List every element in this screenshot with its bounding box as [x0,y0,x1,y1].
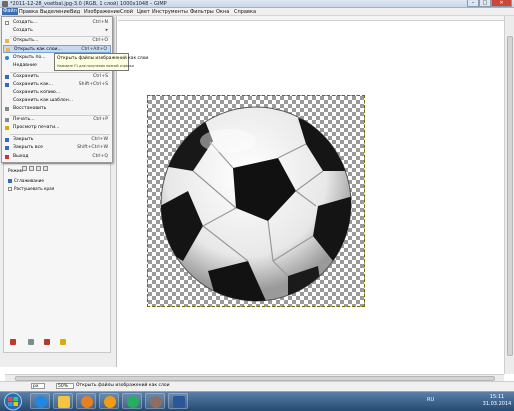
antialias-label: Сглаживание [14,178,44,183]
reset-options-icon[interactable] [60,339,66,345]
close-icon: ✕ [499,0,504,6]
title-bar: *2011-12-28_voetbal.jpg-3.0 (RGB, 1 слой… [0,0,514,8]
minimize-button[interactable]: – [467,0,479,7]
submenu-arrow-icon: ▸ [105,28,108,33]
clock-time: 15:11 [489,394,505,400]
menu-item-save-as[interactable]: Сохранить как... Shift+Ctrl+S [3,81,111,89]
unit-select[interactable]: px [31,383,45,389]
close-doc-icon [5,138,9,142]
open-icon [5,39,9,43]
soccer-ball-image [160,106,352,302]
revert-icon [5,107,9,111]
clock[interactable]: 15:11 31.03.2014 [482,394,512,408]
menu-item-save[interactable]: Сохранить Ctrl+S [3,73,111,81]
mode-replace-button[interactable] [22,166,27,171]
mode-label: Режим [8,168,23,173]
tool-options-panel: Режим Сглаживание Растушевать края [3,163,111,353]
menu-help[interactable]: Справка [234,9,256,15]
menu-layer[interactable]: Слой [120,9,133,15]
mode-add-button[interactable] [29,166,34,171]
menu-edit[interactable]: Правка [19,9,38,15]
close-button[interactable]: ✕ [491,0,512,7]
taskbar-gimp-icon[interactable] [145,393,165,409]
save-icon [5,75,9,79]
mode-intersect-button[interactable] [43,166,48,171]
menu-item-save-template[interactable]: Сохранить как шаблон... [3,97,111,105]
file-menu-dropdown: Создать... Ctrl+N Создать ▸ Открыть... Ctrl… [1,16,113,163]
clock-date: 31.03.2014 [482,401,512,407]
menu-item-print-preview[interactable]: Просмотр печати... [3,124,111,132]
feather-label: Растушевать края [14,186,55,191]
taskbar-explorer-icon[interactable] [53,393,73,409]
menu-image[interactable]: Изображение [84,9,120,15]
menu-bar: Файл Правка Выделение Вид Изображение Сл… [0,8,514,16]
menu-windows[interactable]: Окна [216,9,229,15]
menu-view[interactable]: Вид [70,9,80,15]
globe-icon [5,56,9,60]
taskbar-chrome-icon[interactable] [122,393,142,409]
print-preview-icon [5,126,9,130]
feather-checkbox[interactable] [8,187,12,191]
menu-file[interactable]: Файл [2,8,18,15]
quit-icon [5,155,9,159]
menu-select[interactable]: Выделение [40,9,70,15]
menu-item-quit[interactable]: Выход Ctrl+Q [3,153,111,161]
menu-item-open-as-layers[interactable]: Открыть как слои... Ctrl+Alt+O [3,45,111,53]
new-icon [5,21,9,25]
tooltip-hint: Нажмите F1 для получения полной справки [57,64,134,68]
menu-item-revert[interactable]: Восстановить [3,105,111,113]
tooltip-title: Открыть файлы изображений как слои [57,56,149,61]
mode-subtract-button[interactable] [36,166,41,171]
menu-item-create[interactable]: Создать ▸ [3,27,111,35]
menu-item-print[interactable]: Печать... Ctrl+P [3,116,111,124]
close-all-icon [5,146,9,150]
window-title: *2011-12-28_voetbal.jpg-3.0 (RGB, 1 слой… [10,1,167,7]
taskbar-ie-icon[interactable] [30,393,50,409]
top-ruler [118,16,504,21]
save-options-icon[interactable] [10,339,16,345]
save-as-icon [5,83,9,87]
keyboard-language[interactable]: RU [427,397,434,403]
maximize-button[interactable]: □ [479,0,491,7]
mode-row: Режим [8,168,23,173]
print-icon [5,118,9,122]
maximize-icon: □ [482,0,488,6]
zoom-select[interactable]: 50% [56,383,74,389]
feather-row[interactable]: Растушевать края [8,186,54,191]
menu-item-new[interactable]: Создать... Ctrl+N [3,19,111,27]
open-layers-icon [6,48,10,52]
image-layer[interactable] [147,95,365,307]
menu-item-close-all[interactable]: Закрыть все Shift+Ctrl+W [3,144,111,152]
antialias-row[interactable]: Сглаживание [8,178,44,183]
menu-tooltip: Открыть файлы изображений как слои Нажми… [54,53,148,71]
status-message: Открыть файлы изображений как слои [76,383,170,388]
menu-colors[interactable]: Цвет [137,9,150,15]
taskbar-word-icon[interactable] [168,393,188,409]
menu-item-save-copy[interactable]: Сохранить копию... [3,89,111,97]
menu-item-close[interactable]: Закрыть Ctrl+W [3,136,111,144]
taskbar-firefox-icon[interactable] [99,393,119,409]
antialias-checkbox[interactable] [8,179,12,183]
restore-options-icon[interactable] [28,339,34,345]
menu-tools[interactable]: Инструменты [152,9,188,15]
delete-options-icon[interactable] [44,339,50,345]
menu-separator [10,134,110,135]
menu-item-open[interactable]: Открыть... Ctrl+O [3,37,111,45]
horizontal-scrollbar[interactable] [5,374,504,381]
menu-filters[interactable]: Фильтры [190,9,214,15]
gimp-app-icon [2,1,8,7]
vertical-scroll-thumb[interactable] [507,36,513,356]
start-button[interactable] [1,392,25,411]
vertical-scrollbar[interactable] [504,16,514,374]
minimize-icon: – [471,0,475,6]
taskbar-media-icon[interactable] [76,393,96,409]
